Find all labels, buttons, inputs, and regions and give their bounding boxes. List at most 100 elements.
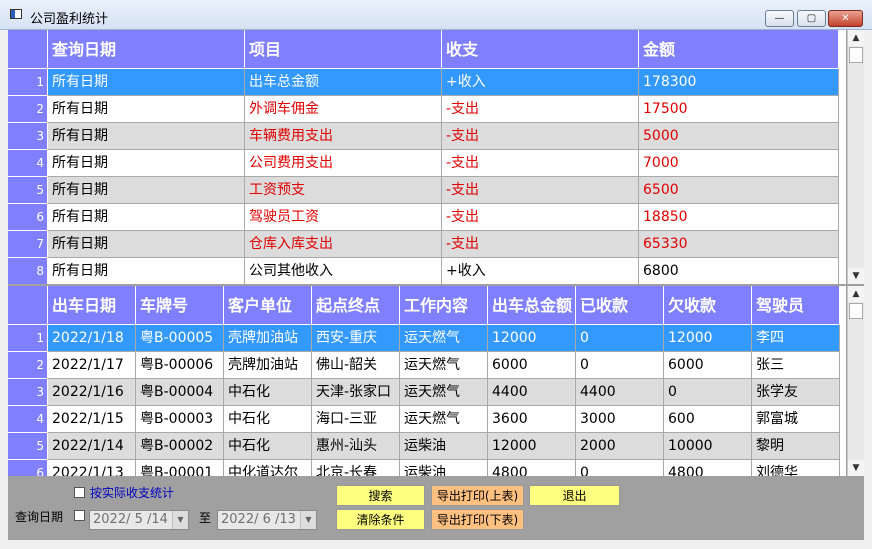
cell-date[interactable]: 所有日期 bbox=[48, 96, 245, 123]
cell-total[interactable]: 6000 bbox=[488, 352, 576, 379]
scroll-up-arrow-icon[interactable]: ▲ bbox=[848, 30, 864, 46]
column-header-total[interactable]: 出车总金额 bbox=[488, 286, 576, 325]
cell-route[interactable]: 天津-张家口 bbox=[312, 379, 400, 406]
export-print-top-button[interactable]: 导出打印(上表) bbox=[431, 485, 524, 506]
cell-plate[interactable]: 粤B-00006 bbox=[136, 352, 224, 379]
column-header-work[interactable]: 工作内容 bbox=[400, 286, 488, 325]
date-to-picker[interactable]: 2022/ 6 /13 ▼ bbox=[217, 510, 317, 530]
detail-row[interactable]: 2 2022/1/17 粤B-00006 壳牌加油站 佛山-韶关 运天燃气 6000 0 600… bbox=[8, 352, 846, 379]
cell-item[interactable]: 公司其他收入 bbox=[245, 258, 442, 284]
summary-row[interactable]: 6 所有日期 驾驶员工资 -支出 18850 bbox=[8, 204, 846, 231]
cell-type[interactable]: -支出 bbox=[442, 150, 639, 177]
cell-route[interactable]: 西安-重庆 bbox=[312, 325, 400, 352]
search-button[interactable]: 搜索 bbox=[336, 485, 425, 506]
cell-amount[interactable]: 6500 bbox=[639, 177, 839, 204]
cell-date[interactable]: 2022/1/15 bbox=[48, 406, 136, 433]
cell-driver[interactable]: 黎明 bbox=[752, 433, 840, 460]
cell-amount[interactable]: 6800 bbox=[639, 258, 839, 284]
scroll-thumb[interactable] bbox=[849, 303, 863, 319]
cell-work[interactable]: 运天燃气 bbox=[400, 379, 488, 406]
dropdown-arrow-icon[interactable]: ▼ bbox=[300, 511, 316, 529]
cell-owed[interactable]: 0 bbox=[664, 379, 752, 406]
cell-work[interactable]: 运柴油 bbox=[400, 433, 488, 460]
dropdown-arrow-icon[interactable]: ▼ bbox=[172, 511, 188, 529]
date-filter-checkbox[interactable] bbox=[74, 510, 85, 521]
row-number[interactable]: 5 bbox=[8, 177, 48, 204]
cell-received[interactable]: 0 bbox=[576, 325, 664, 352]
cell-client[interactable]: 中石化 bbox=[224, 406, 312, 433]
cell-total[interactable]: 12000 bbox=[488, 325, 576, 352]
summary-grid-scrollbar[interactable]: ▲ ▼ bbox=[847, 30, 864, 284]
cell-type[interactable]: +收入 bbox=[442, 69, 639, 96]
scroll-down-arrow-icon[interactable]: ▼ bbox=[848, 460, 864, 476]
cell-driver[interactable]: 郭富城 bbox=[752, 406, 840, 433]
cell-total[interactable]: 4400 bbox=[488, 379, 576, 406]
cell-route[interactable]: 海口-三亚 bbox=[312, 406, 400, 433]
cell-date[interactable]: 所有日期 bbox=[48, 177, 245, 204]
actual-stats-label[interactable]: 按实际收支统计 bbox=[90, 484, 174, 501]
cell-item[interactable]: 仓库入库支出 bbox=[245, 231, 442, 258]
cell-plate[interactable]: 粤B-00004 bbox=[136, 379, 224, 406]
summary-row[interactable]: 3 所有日期 车辆费用支出 -支出 5000 bbox=[8, 123, 846, 150]
cell-item[interactable]: 出车总金额 bbox=[245, 69, 442, 96]
summary-row[interactable]: 4 所有日期 公司费用支出 -支出 7000 bbox=[8, 150, 846, 177]
cell-date[interactable]: 2022/1/14 bbox=[48, 433, 136, 460]
row-number[interactable]: 4 bbox=[8, 406, 48, 433]
cell-item[interactable]: 车辆费用支出 bbox=[245, 123, 442, 150]
cell-route[interactable]: 佛山-韶关 bbox=[312, 352, 400, 379]
clear-conditions-button[interactable]: 清除条件 bbox=[336, 509, 425, 530]
cell-type[interactable]: -支出 bbox=[442, 123, 639, 150]
cell-client[interactable]: 壳牌加油站 bbox=[224, 352, 312, 379]
cell-total[interactable]: 4800 bbox=[488, 460, 576, 476]
cell-date[interactable]: 所有日期 bbox=[48, 150, 245, 177]
scroll-up-arrow-icon[interactable]: ▲ bbox=[848, 286, 864, 302]
cell-driver[interactable]: 刘德华 bbox=[752, 460, 840, 476]
cell-client[interactable]: 中化道达尔 bbox=[224, 460, 312, 476]
column-header-type[interactable]: 收支 bbox=[442, 30, 639, 69]
cell-work[interactable]: 运柴油 bbox=[400, 460, 488, 476]
cell-owed[interactable]: 4800 bbox=[664, 460, 752, 476]
column-header-item[interactable]: 项目 bbox=[245, 30, 442, 69]
cell-owed[interactable]: 6000 bbox=[664, 352, 752, 379]
cell-route[interactable]: 惠州-汕头 bbox=[312, 433, 400, 460]
column-header-driver[interactable]: 驾驶员 bbox=[752, 286, 840, 325]
column-header-date[interactable]: 出车日期 bbox=[48, 286, 136, 325]
detail-row[interactable]: 4 2022/1/15 粤B-00003 中石化 海口-三亚 运天燃气 3600 3000 60… bbox=[8, 406, 846, 433]
column-header-received[interactable]: 已收款 bbox=[576, 286, 664, 325]
cell-amount[interactable]: 65330 bbox=[639, 231, 839, 258]
column-header-date[interactable]: 查询日期 bbox=[48, 30, 245, 69]
column-header-client[interactable]: 客户单位 bbox=[224, 286, 312, 325]
summary-row[interactable]: 5 所有日期 工资预支 -支出 6500 bbox=[8, 177, 846, 204]
cell-date[interactable]: 2022/1/17 bbox=[48, 352, 136, 379]
cell-amount[interactable]: 18850 bbox=[639, 204, 839, 231]
cell-date[interactable]: 所有日期 bbox=[48, 123, 245, 150]
cell-plate[interactable]: 粤B-00003 bbox=[136, 406, 224, 433]
date-from-picker[interactable]: 2022/ 5 /14 ▼ bbox=[89, 510, 189, 530]
row-number[interactable]: 3 bbox=[8, 123, 48, 150]
cell-amount[interactable]: 5000 bbox=[639, 123, 839, 150]
summary-row[interactable]: 8 所有日期 公司其他收入 +收入 6800 bbox=[8, 258, 846, 284]
cell-client[interactable]: 中石化 bbox=[224, 433, 312, 460]
cell-received[interactable]: 0 bbox=[576, 460, 664, 476]
row-number[interactable]: 1 bbox=[8, 69, 48, 96]
row-number[interactable]: 2 bbox=[8, 96, 48, 123]
cell-item[interactable]: 驾驶员工资 bbox=[245, 204, 442, 231]
cell-type[interactable]: -支出 bbox=[442, 231, 639, 258]
export-print-bottom-button[interactable]: 导出打印(下表) bbox=[431, 509, 524, 530]
column-header-amount[interactable]: 金额 bbox=[639, 30, 839, 69]
column-header-plate[interactable]: 车牌号 bbox=[136, 286, 224, 325]
cell-plate[interactable]: 粤B-00005 bbox=[136, 325, 224, 352]
cell-client[interactable]: 壳牌加油站 bbox=[224, 325, 312, 352]
actual-stats-checkbox[interactable] bbox=[74, 487, 85, 498]
cell-amount[interactable]: 178300 bbox=[639, 69, 839, 96]
cell-total[interactable]: 3600 bbox=[488, 406, 576, 433]
cell-route[interactable]: 北京-长春 bbox=[312, 460, 400, 476]
cell-date[interactable]: 所有日期 bbox=[48, 69, 245, 96]
cell-type[interactable]: +收入 bbox=[442, 258, 639, 284]
cell-amount[interactable]: 17500 bbox=[639, 96, 839, 123]
detail-row[interactable]: 3 2022/1/16 粤B-00004 中石化 天津-张家口 运天燃气 4400 4400 0… bbox=[8, 379, 846, 406]
minimize-button[interactable]: — bbox=[765, 10, 794, 27]
detail-row[interactable]: 6 2022/1/13 粤B-00001 中化道达尔 北京-长春 运柴油 4800 0 4800… bbox=[8, 460, 846, 476]
cell-date[interactable]: 所有日期 bbox=[48, 231, 245, 258]
cell-driver[interactable]: 李四 bbox=[752, 325, 840, 352]
